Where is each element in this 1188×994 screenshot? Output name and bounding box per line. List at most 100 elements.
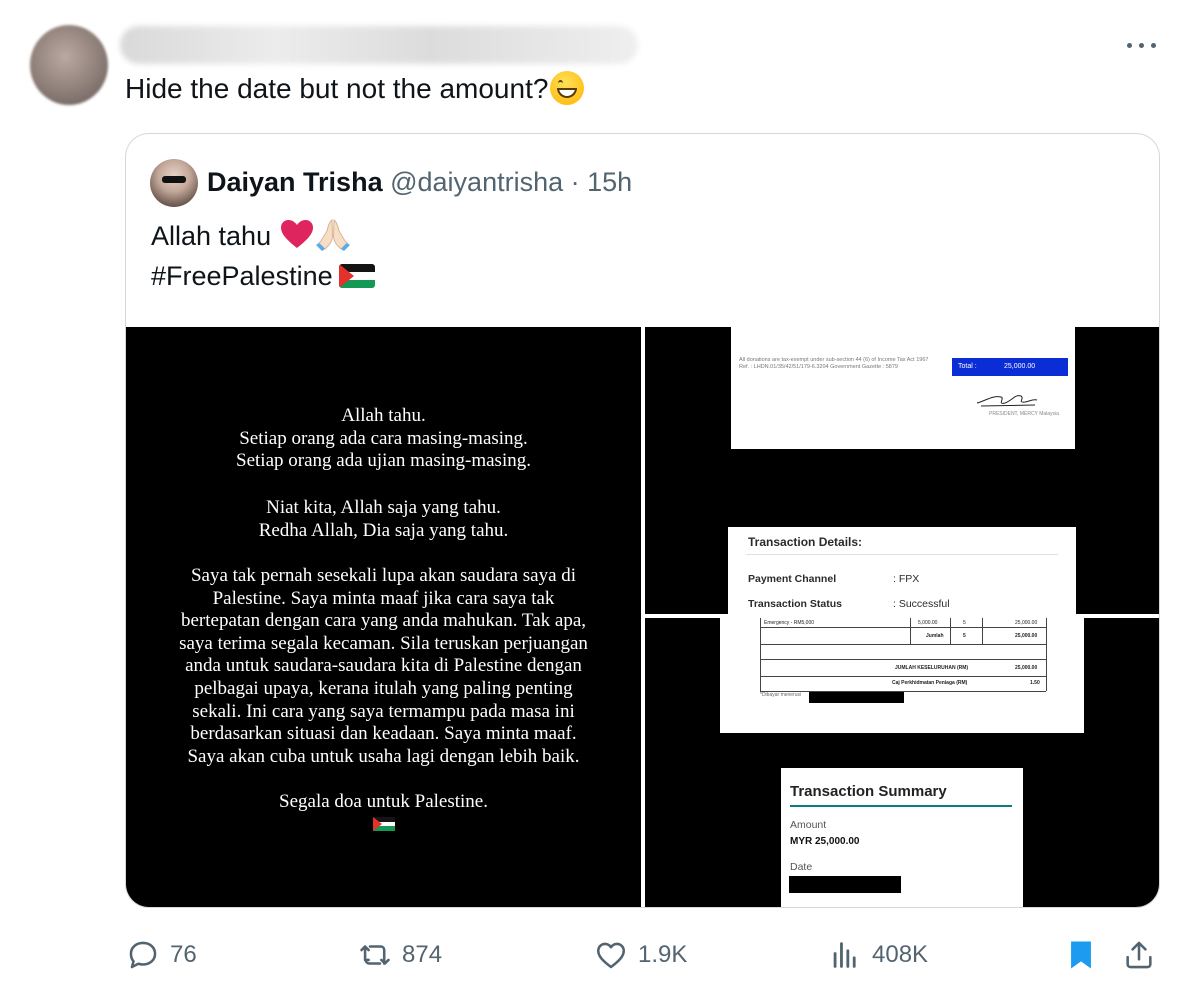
quoted-author-name[interactable]: Daiyan Trisha <box>207 167 383 197</box>
heart-icon <box>596 942 626 969</box>
statement-image[interactable]: Allah tahu. Setiap orang ada cara masing… <box>126 327 641 907</box>
reply-icon <box>129 941 157 969</box>
table-rule <box>1046 618 1047 691</box>
date-label: Date <box>790 861 813 873</box>
table-rule <box>760 618 761 691</box>
quoted-tweet[interactable]: Daiyan Trisha @daiyantrisha · 15h Allah … <box>125 133 1160 908</box>
transaction-details-title: Transaction Details: <box>748 535 863 549</box>
amount-value: MYR 25,000.00 <box>790 836 860 847</box>
statement-line: Saya tak pernah sesekali lupa akan sauda… <box>190 565 577 586</box>
palestine-flag-emoji-icon <box>338 264 375 288</box>
reply-count: 76 <box>170 941 197 968</box>
like-button[interactable]: 1.9K <box>594 930 687 980</box>
transaction-summary-card: Transaction Summary Amount MYR 25,000.00… <box>781 768 1023 907</box>
subtotal-value: 25,000.00 <box>1015 633 1038 639</box>
statement-line: Setiap orang ada ujian masing-masing. <box>236 450 531 472</box>
invoice-table: Emergency - RM5,000 5,000.00 5 25,000.00… <box>720 618 1084 733</box>
transaction-status-value: : Successful <box>893 598 950 610</box>
quoted-tweet-text: Allah tahu #FreePalestine <box>151 216 375 296</box>
like-count: 1.9K <box>638 941 688 968</box>
date-redaction-bar <box>789 876 901 893</box>
statement-line: Allah tahu. <box>341 405 426 426</box>
total-label: Total : <box>958 363 977 370</box>
author-name-blurred[interactable] <box>120 26 638 64</box>
donation-receipt: All donations are tax-exempt under sub-s… <box>731 327 1075 449</box>
table-rule <box>950 618 951 644</box>
statement-line: sekali. Ini cara yang saya termampu pada… <box>192 700 575 722</box>
quoted-tweet-time[interactable]: 15h <box>587 167 632 197</box>
tweet-actions: 76 874 1.9K 408K <box>0 930 1188 980</box>
table-rule <box>760 676 1046 677</box>
total-box: Total : 25,000.00 <box>952 358 1068 376</box>
quoted-author-handle[interactable]: @daiyantrisha <box>390 167 563 197</box>
more-options-icon[interactable] <box>1124 34 1160 58</box>
statement-line: Redha Allah, Dia saja yang tahu. <box>258 519 509 541</box>
quoted-author-avatar[interactable] <box>150 159 198 207</box>
table-rule <box>982 618 983 644</box>
subtotal-label: Jumlah <box>926 633 944 639</box>
tweet-text: Hide the date but not the amount? <box>125 70 585 108</box>
repost-button[interactable]: 874 <box>358 930 442 980</box>
header-separator: · <box>570 167 580 197</box>
divider <box>746 554 1058 555</box>
invoice-total: 25,000.00 <box>1015 620 1038 626</box>
invoice-qty: 5 <box>963 620 966 626</box>
statement-line: Saya akan cuba untuk usaha lagi dengan l… <box>187 745 580 767</box>
redaction-bar <box>809 692 904 703</box>
grand-total-value: 25,000.00 <box>1015 665 1038 671</box>
tax-exempt-note: All donations are tax-exempt under sub-s… <box>739 357 939 371</box>
statement-line: anda untuk saudara-saudara kita di Pales… <box>185 655 582 677</box>
folded-hands-emoji-icon <box>315 219 350 251</box>
invoice-price: 5,000.00 <box>918 620 938 626</box>
statement-line: berdasarkan situasi dan keadaan. Saya mi… <box>190 723 577 745</box>
analytics-icon <box>833 942 856 968</box>
transaction-status-label: Transaction Status <box>748 598 842 610</box>
palestine-flag-icon <box>373 817 395 831</box>
payment-channel-value: : FPX <box>893 573 920 585</box>
statement-line: bertepatan dengan cara yang anda mahukan… <box>180 610 587 632</box>
paid-via-label: *Dibayar menerusi <box>760 692 802 698</box>
repost-count: 874 <box>402 941 443 968</box>
quoted-tweet-header: Daiyan Trisha @daiyantrisha · 15h <box>207 164 632 200</box>
table-rule <box>760 627 1046 628</box>
statement-line: saya terima segala kecaman. Sila teruska… <box>179 632 588 654</box>
statement-paragraph-3: Saya tak pernah sesekali lupa akan sauda… <box>148 565 619 768</box>
share-icon <box>1126 941 1152 969</box>
invoice-item: Emergency - RM5,000 <box>764 620 815 626</box>
grinning-face-emoji-icon <box>550 71 585 105</box>
bookmark-filled-icon <box>1071 941 1091 969</box>
statement-paragraph-4: Segala doa untuk Palestine. <box>279 791 488 812</box>
author-avatar-blurred[interactable] <box>30 25 108 105</box>
quoted-line-1: Allah tahu <box>151 221 272 251</box>
bookmark-button[interactable] <box>1064 930 1098 980</box>
repost-icon <box>360 945 390 965</box>
amount-label: Amount <box>790 819 827 831</box>
view-count: 408K <box>872 941 929 968</box>
share-button[interactable] <box>1122 930 1156 980</box>
total-value: 25,000.00 <box>1004 363 1036 370</box>
table-rule <box>760 659 1046 660</box>
signatory-title: PRESIDENT, MERCY Malaysia <box>989 411 1059 417</box>
statement-paragraph-2: Niat kita, Allah saja yang tahu. Redha A… <box>148 497 619 542</box>
service-fee-label: Caj Perkhidmatan Peniaga (RM) <box>892 680 968 686</box>
invoice-summary-image[interactable]: Emergency - RM5,000 5,000.00 5 25,000.00… <box>645 618 1159 907</box>
statement-paragraph-1: Allah tahu. Setiap orang ada cara masing… <box>148 405 619 473</box>
statement-line: Setiap orang ada cara masing-masing. <box>239 427 528 449</box>
fine-print: Ref. : LHDN.01/35/42/51/179-6.3204 Gover… <box>739 364 898 370</box>
statement-line: Palestine. Saya minta maaf jika cara say… <box>212 587 555 609</box>
views-button[interactable]: 408K <box>828 930 928 980</box>
service-fee-value: 1.50 <box>1030 680 1040 686</box>
summary-divider <box>790 805 1012 807</box>
tweet-body: Hide the date but not the amount? <box>125 73 549 104</box>
statement-line: pelbagai upaya, kerana itulah yang palin… <box>194 677 573 699</box>
signature-icon <box>976 395 1038 407</box>
statement-line: Niat kita, Allah saja yang tahu. <box>266 497 501 518</box>
media-grid: Allah tahu. Setiap orang ada cara masing… <box>126 327 1159 907</box>
transaction-summary-title: Transaction Summary <box>790 783 947 800</box>
red-heart-emoji-icon <box>280 220 313 248</box>
receipt-image[interactable]: All donations are tax-exempt under sub-s… <box>645 327 1159 614</box>
quoted-hashtag[interactable]: #FreePalestine <box>151 261 333 291</box>
transaction-details-card: Transaction Details: Payment Channel : F… <box>728 527 1076 614</box>
payment-channel-label: Payment Channel <box>748 573 837 585</box>
reply-button[interactable]: 76 <box>126 930 197 980</box>
